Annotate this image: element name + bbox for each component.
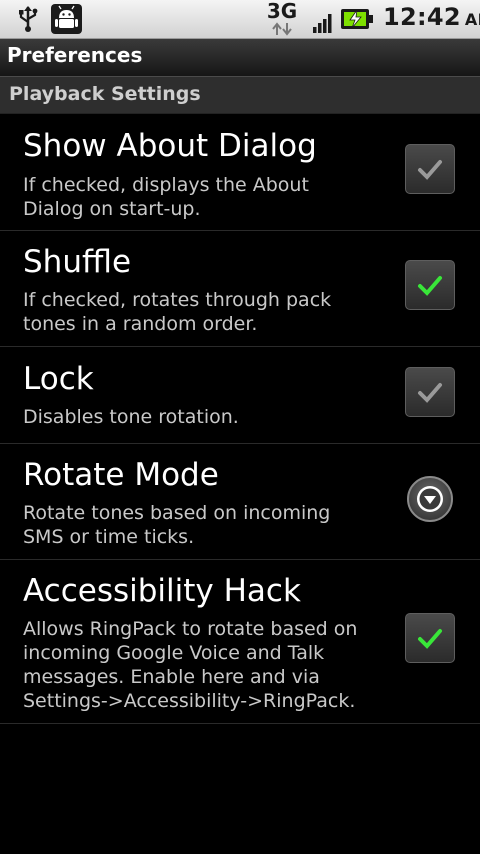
rotate-mode-dropdown[interactable] xyxy=(407,476,453,522)
signal-icon xyxy=(313,14,332,33)
pref-title: Shuffle xyxy=(23,244,132,280)
dropdown-arrow-icon xyxy=(417,486,443,512)
pref-title: Rotate Mode xyxy=(23,457,219,493)
network-indicator: 3G xyxy=(266,0,298,38)
pref-summary: Disables tone rotation. xyxy=(23,406,239,428)
pref-summary: If checked, displays the About Dialog on… xyxy=(23,174,309,220)
category-header: Playback Settings xyxy=(0,77,480,114)
usb-icon xyxy=(19,6,38,32)
check-icon xyxy=(418,276,442,296)
pref-title: Accessibility Hack xyxy=(23,573,301,609)
pref-accessibility-hack[interactable]: Accessibility Hack Allows RingPack to ro… xyxy=(0,560,480,724)
pref-summary: Allows RingPack to rotate based on incom… xyxy=(23,618,358,712)
check-icon xyxy=(418,629,442,649)
android-debug-icon xyxy=(51,4,82,34)
show-about-checkbox[interactable] xyxy=(405,144,455,194)
category-title: Playback Settings xyxy=(9,83,201,105)
pref-shuffle[interactable]: Shuffle If checked, rotates through pack… xyxy=(0,231,480,347)
check-icon xyxy=(418,160,442,180)
title-bar: Preferences xyxy=(0,39,480,77)
lock-checkbox[interactable] xyxy=(405,367,455,417)
page-title: Preferences xyxy=(7,43,143,67)
check-icon xyxy=(418,383,442,403)
data-arrows-icon xyxy=(272,22,292,36)
shuffle-checkbox[interactable] xyxy=(405,260,455,310)
accessibility-hack-checkbox[interactable] xyxy=(405,613,455,663)
clock-time: 12:42 xyxy=(383,3,461,31)
battery-charging-icon xyxy=(341,9,373,29)
pref-title: Show About Dialog xyxy=(23,128,317,164)
pref-show-about-dialog[interactable]: Show About Dialog If checked, displays t… xyxy=(0,114,480,231)
pref-summary: Rotate tones based on incoming SMS or ti… xyxy=(23,502,331,548)
pref-lock[interactable]: Lock Disables tone rotation. xyxy=(0,347,480,444)
clock-ampm: AM xyxy=(464,10,480,29)
pref-title: Lock xyxy=(23,361,94,397)
status-clock: 12:42AM xyxy=(383,3,480,31)
status-bar: 3G 12:42AM xyxy=(0,0,480,39)
pref-summary: If checked, rotates through pack tones i… xyxy=(23,289,332,335)
pref-rotate-mode[interactable]: Rotate Mode Rotate tones based on incomi… xyxy=(0,444,480,560)
network-type-label: 3G xyxy=(266,0,298,23)
